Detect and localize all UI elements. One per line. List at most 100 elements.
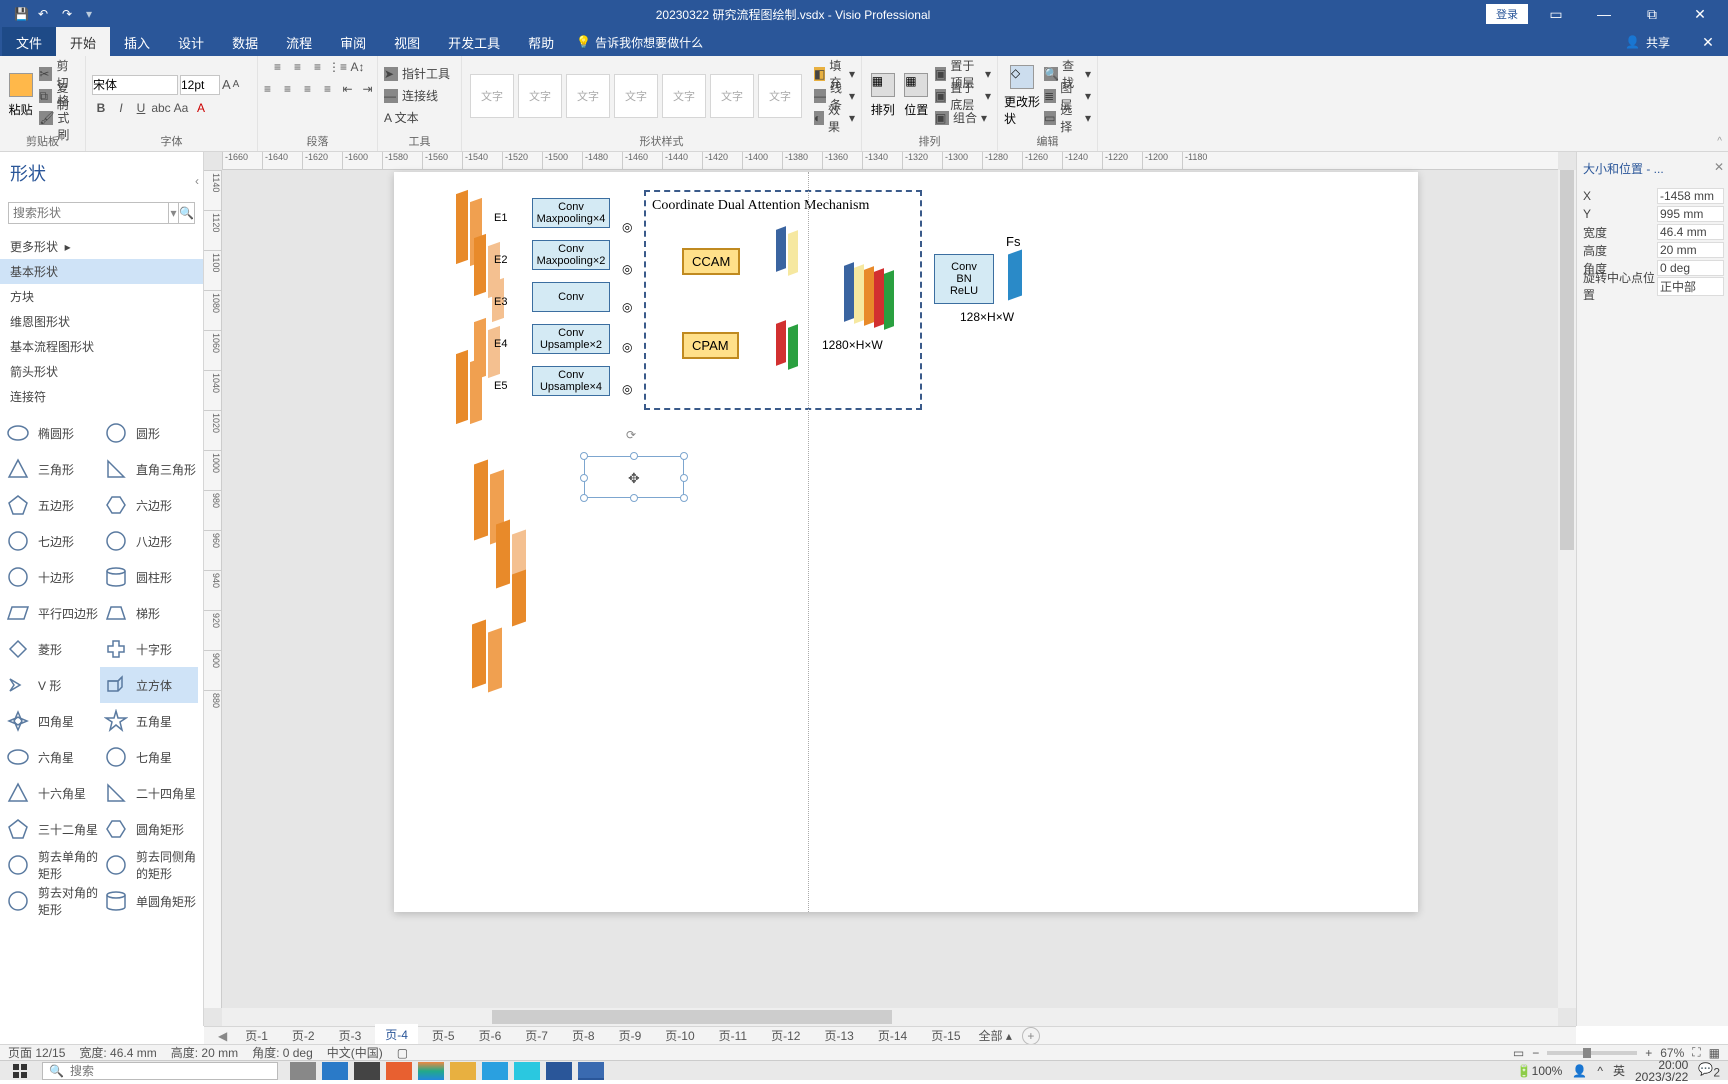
char-scale-button[interactable]: Aa xyxy=(172,99,190,117)
conv-block[interactable]: Conv Maxpooling×2 xyxy=(532,240,610,270)
presentation-icon[interactable]: ▭ xyxy=(1513,1046,1524,1060)
maximize-icon[interactable]: ⧉ xyxy=(1632,6,1672,23)
search-dropdown-icon[interactable]: ▾ xyxy=(169,202,179,224)
shape-palette-item[interactable]: 八边形 xyxy=(100,523,198,559)
prop-value[interactable]: -1458 mm xyxy=(1657,188,1724,204)
vertical-scrollbar[interactable] xyxy=(1558,170,1576,1008)
paste-button[interactable]: 粘贴 xyxy=(6,64,35,128)
people-icon[interactable]: 👤 xyxy=(1572,1064,1587,1078)
shape-palette-item[interactable]: 二十四角星 xyxy=(100,775,198,811)
page-tab[interactable]: 页-14 xyxy=(868,1025,917,1046)
shape-palette-item[interactable]: 十字形 xyxy=(100,631,198,667)
grow-font-icon[interactable]: A xyxy=(222,77,231,92)
taskview-icon[interactable] xyxy=(290,1062,316,1080)
shape-palette-item[interactable]: 圆形 xyxy=(100,415,198,451)
shape-palette-item[interactable]: 梯形 xyxy=(100,595,198,631)
tab-insert[interactable]: 插入 xyxy=(110,27,164,58)
font-color-button[interactable]: A xyxy=(192,99,210,117)
zoom-slider[interactable] xyxy=(1547,1051,1637,1055)
send-back-button[interactable]: ▣置于底层 ▾ xyxy=(935,86,991,106)
align-bot-icon[interactable]: ≡ xyxy=(309,58,327,76)
page-tab[interactable]: 页-2 xyxy=(282,1025,325,1046)
style-slot[interactable]: 文字 xyxy=(710,74,754,118)
page-tab[interactable]: 页-15 xyxy=(921,1025,970,1046)
close-icon[interactable]: ✕ xyxy=(1680,6,1720,23)
align-left-icon[interactable]: ≡ xyxy=(259,80,277,98)
shape-palette-item[interactable]: 四角星 xyxy=(2,703,100,739)
conv-block[interactable]: Conv Upsample×4 xyxy=(532,366,610,396)
save-icon[interactable]: 💾 xyxy=(14,7,28,21)
encoder-slab[interactable] xyxy=(496,522,510,586)
ime-indicator[interactable]: 英 xyxy=(1613,1062,1625,1079)
output-conv-block[interactable]: Conv BN ReLU xyxy=(934,254,994,304)
style-slot[interactable]: 文字 xyxy=(614,74,658,118)
redo-icon[interactable]: ↷ xyxy=(62,7,76,21)
tab-data[interactable]: 数据 xyxy=(218,27,272,58)
start-button[interactable] xyxy=(0,1061,40,1081)
app-icon[interactable] xyxy=(450,1062,476,1080)
taskbar-search[interactable]: 🔍 xyxy=(42,1062,278,1080)
conv-block[interactable]: Conv Maxpooling×4 xyxy=(532,198,610,228)
battery-icon[interactable]: 🔋100% xyxy=(1517,1064,1563,1078)
macro-record-icon[interactable]: ▢ xyxy=(397,1046,408,1060)
prop-value[interactable]: 0 deg xyxy=(1657,260,1724,276)
effects-button[interactable]: ◐效果 ▾ xyxy=(814,108,855,128)
page-tab[interactable]: 页-10 xyxy=(655,1025,704,1046)
align-right-icon[interactable]: ≡ xyxy=(299,80,317,98)
ribbon-close-icon[interactable]: ✕ xyxy=(1688,34,1728,51)
shape-palette-item[interactable]: 十六角星 xyxy=(2,775,100,811)
all-pages-button[interactable]: 全部 ▴ xyxy=(979,1027,1012,1044)
prop-value[interactable]: 正中部 xyxy=(1657,277,1724,296)
login-button[interactable]: 登录 xyxy=(1486,4,1528,24)
zoom-in-icon[interactable]: + xyxy=(1645,1046,1652,1060)
page-tab[interactable]: 页-6 xyxy=(469,1025,512,1046)
font-name-input[interactable] xyxy=(92,75,178,95)
visio-icon[interactable] xyxy=(578,1062,604,1080)
search-go-icon[interactable]: 🔍 xyxy=(179,202,195,224)
page-tab[interactable]: 页-11 xyxy=(709,1025,757,1046)
tab-design[interactable]: 设计 xyxy=(164,27,218,58)
stencil-item[interactable]: 箭头形状 xyxy=(0,359,203,384)
conv-block[interactable]: Conv Upsample×2 xyxy=(532,324,610,354)
shape-palette-item[interactable]: 五角星 xyxy=(100,703,198,739)
shape-palette-item[interactable]: 直角三角形 xyxy=(100,451,198,487)
tab-nav-prev-icon[interactable]: ◀ xyxy=(214,1029,231,1043)
stencil-item[interactable]: 连接符 xyxy=(0,384,203,409)
status-lang[interactable]: 中文(中国) xyxy=(327,1044,383,1061)
drawing-page[interactable]: E1E2E3E4E5 Conv Maxpooling×4Conv Maxpool… xyxy=(394,172,1418,912)
style-slot[interactable]: 文字 xyxy=(662,74,706,118)
shape-palette-item[interactable]: 圆柱形 xyxy=(100,559,198,595)
prop-value[interactable]: 995 mm xyxy=(1657,206,1724,222)
resize-handle[interactable] xyxy=(630,494,638,502)
encoder-slab[interactable] xyxy=(488,630,502,690)
clock[interactable]: 20:002023/3/22 xyxy=(1635,1059,1688,1083)
shape-palette-item[interactable]: 七角星 xyxy=(100,739,198,775)
shape-palette-item[interactable]: 圆角矩形 xyxy=(100,811,198,847)
qat-more-icon[interactable]: ▾ xyxy=(86,7,100,21)
align-center-icon[interactable]: ≡ xyxy=(279,80,297,98)
more-shapes-item[interactable]: 更多形状 ▸ xyxy=(0,234,203,259)
encoder-slab[interactable] xyxy=(512,572,526,624)
page-tab[interactable]: 页-3 xyxy=(329,1025,372,1046)
collapse-ribbon-icon[interactable]: ^ xyxy=(1717,136,1722,147)
add-page-button[interactable]: + xyxy=(1022,1027,1040,1045)
shape-palette-item[interactable]: 单圆角矩形 xyxy=(100,883,198,919)
shrink-font-icon[interactable]: A xyxy=(233,79,240,90)
undo-icon[interactable]: ↶ xyxy=(38,7,52,21)
tab-review[interactable]: 审阅 xyxy=(326,27,380,58)
app-icon[interactable] xyxy=(322,1062,348,1080)
format-painter-button[interactable]: 🖌格式刷 xyxy=(39,108,79,128)
position-button[interactable]: ▦位置 xyxy=(901,64,930,128)
horizontal-scrollbar[interactable] xyxy=(222,1008,1558,1026)
bullets-icon[interactable]: ⋮≡ xyxy=(329,58,347,76)
encoder-slab[interactable] xyxy=(472,622,486,686)
justify-icon[interactable]: ≡ xyxy=(319,80,337,98)
shape-palette-item[interactable]: 三十二角星 xyxy=(2,811,100,847)
pointer-tool-button[interactable]: ➤指针工具 xyxy=(384,64,450,84)
prop-value[interactable]: 20 mm xyxy=(1657,242,1724,258)
app-icon[interactable] xyxy=(386,1062,412,1080)
encoder-slab[interactable] xyxy=(474,236,486,294)
page-tab[interactable]: 页-1 xyxy=(235,1025,278,1046)
style-slot[interactable]: 文字 xyxy=(470,74,514,118)
change-shape-button[interactable]: ◇更改形状 xyxy=(1004,64,1040,128)
